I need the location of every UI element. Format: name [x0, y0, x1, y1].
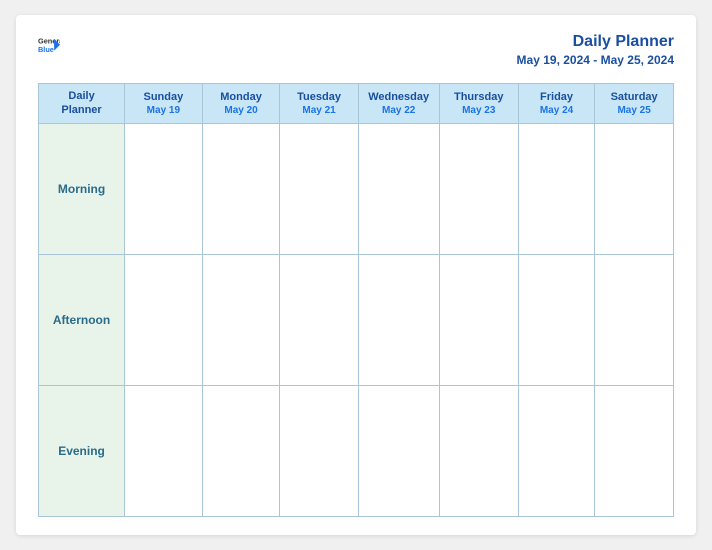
evening-thursday[interactable]: [439, 385, 518, 516]
header-col-6: Friday May 24: [518, 84, 594, 124]
afternoon-saturday[interactable]: [595, 254, 674, 385]
date-range: May 19, 2024 - May 25, 2024: [517, 53, 674, 67]
calendar-table: DailyPlanner Sunday May 19 Monday May 20…: [38, 83, 674, 517]
morning-thursday[interactable]: [439, 123, 518, 254]
evening-friday[interactable]: [518, 385, 594, 516]
header-col-1: Sunday May 19: [125, 84, 203, 124]
morning-row: Morning: [39, 123, 674, 254]
evening-saturday[interactable]: [595, 385, 674, 516]
header-col-5: Thursday May 23: [439, 84, 518, 124]
morning-label: Morning: [39, 123, 125, 254]
top-header: General Blue Daily Planner May 19, 2024 …: [38, 33, 674, 69]
afternoon-sunday[interactable]: [125, 254, 203, 385]
logo-area: General Blue: [38, 33, 60, 55]
header-col-0: DailyPlanner: [39, 84, 125, 124]
evening-tuesday[interactable]: [280, 385, 358, 516]
afternoon-wednesday[interactable]: [358, 254, 439, 385]
morning-sunday[interactable]: [125, 123, 203, 254]
evening-wednesday[interactable]: [358, 385, 439, 516]
header-col-7: Saturday May 25: [595, 84, 674, 124]
morning-monday[interactable]: [202, 123, 280, 254]
header-col-3: Tuesday May 21: [280, 84, 358, 124]
planner-title: Daily Planner: [573, 33, 674, 50]
afternoon-tuesday[interactable]: [280, 254, 358, 385]
header-col-4: Wednesday May 22: [358, 84, 439, 124]
morning-saturday[interactable]: [595, 123, 674, 254]
evening-label: Evening: [39, 385, 125, 516]
afternoon-monday[interactable]: [202, 254, 280, 385]
planner-page: General Blue Daily Planner May 19, 2024 …: [16, 15, 696, 535]
header-row: DailyPlanner Sunday May 19 Monday May 20…: [39, 84, 674, 124]
morning-wednesday[interactable]: [358, 123, 439, 254]
general-blue-logo-icon: General Blue: [38, 33, 60, 55]
afternoon-thursday[interactable]: [439, 254, 518, 385]
afternoon-row: Afternoon: [39, 254, 674, 385]
svg-text:Blue: Blue: [38, 45, 54, 54]
morning-friday[interactable]: [518, 123, 594, 254]
header-col-2: Monday May 20: [202, 84, 280, 124]
evening-row: Evening: [39, 385, 674, 516]
evening-monday[interactable]: [202, 385, 280, 516]
afternoon-friday[interactable]: [518, 254, 594, 385]
afternoon-label: Afternoon: [39, 254, 125, 385]
title-area: Daily Planner May 19, 2024 - May 25, 202…: [517, 33, 674, 69]
morning-tuesday[interactable]: [280, 123, 358, 254]
evening-sunday[interactable]: [125, 385, 203, 516]
